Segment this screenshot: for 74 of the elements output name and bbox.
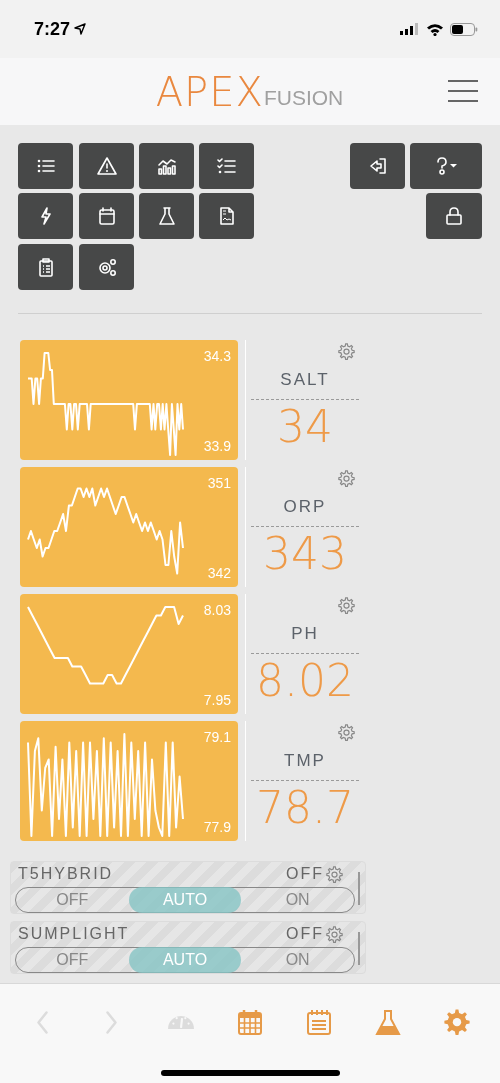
gear-icon[interactable]: [338, 724, 355, 741]
max-label: 8.03: [203, 601, 231, 620]
calendar-icon: [96, 206, 117, 226]
outlet-name: SUMPLIGHT: [17, 924, 130, 944]
logo-text: APEX: [155, 71, 264, 112]
gear-icon[interactable]: [338, 470, 355, 487]
toolbar-button[interactable]: [350, 143, 405, 189]
toolbar-button[interactable]: [79, 193, 134, 239]
mode-option[interactable]: ON: [241, 947, 354, 973]
mode-option[interactable]: OFF: [16, 887, 129, 913]
scroll-indicator: [358, 872, 360, 905]
mode-option[interactable]: ON: [241, 887, 354, 913]
gears-icon: [96, 257, 117, 277]
outlet-name: T5HYBRID: [17, 864, 114, 884]
chart-icon: [156, 156, 177, 176]
sign-in-icon: [367, 156, 388, 176]
question-icon: [434, 156, 458, 176]
sparkline-card[interactable]: 79.1 77.9: [20, 721, 238, 841]
forward-icon: [106, 1010, 118, 1034]
gear-icon[interactable]: [326, 925, 343, 943]
toolbar-button[interactable]: [79, 143, 134, 189]
toolbar-button[interactable]: [410, 143, 482, 189]
outlet-state: OFF: [286, 864, 324, 884]
wifi-icon: [426, 22, 444, 36]
gauge-icon: [167, 1015, 194, 1029]
toolbar-button[interactable]: [18, 193, 73, 239]
probe-name: ORP: [283, 496, 327, 518]
toolbar-button[interactable]: [79, 244, 134, 290]
toolbar-button[interactable]: [18, 143, 73, 189]
mode-option[interactable]: AUTO: [128, 947, 242, 973]
max-label: 79.1: [203, 728, 231, 747]
scroll-indicator: [358, 932, 360, 965]
back-icon: [37, 1010, 49, 1034]
gear-icon[interactable]: [338, 343, 355, 360]
lock-icon: [444, 206, 464, 226]
flask-icon: [156, 206, 177, 226]
toolbar-button[interactable]: [426, 193, 482, 239]
min-label: 342: [207, 564, 231, 583]
checklist-icon: [216, 156, 237, 176]
gear-icon[interactable]: [338, 597, 355, 614]
signal-icon: [400, 23, 420, 35]
toolbar-button[interactable]: [139, 143, 194, 189]
sparkline-card[interactable]: 34.3 33.9: [20, 340, 238, 460]
sparkline-card[interactable]: 8.03 7.95: [20, 594, 238, 714]
probe-name: SALT: [280, 369, 330, 391]
outlet-state: OFF: [286, 924, 324, 944]
mode-option[interactable]: AUTO: [128, 887, 242, 913]
sparkline-card[interactable]: 351 342: [20, 467, 238, 587]
calendar-icon: [237, 1008, 263, 1036]
flask-icon: [375, 1008, 402, 1036]
probe-name: TMP: [284, 750, 326, 772]
max-label: 34.3: [203, 347, 231, 366]
probe-name: PH: [291, 623, 319, 645]
max-label: 351: [207, 474, 231, 493]
toolbar-button[interactable]: [199, 193, 254, 239]
probe-value: 34: [277, 399, 333, 454]
min-label: 7.95: [203, 691, 231, 710]
toolbar-button[interactable]: [18, 244, 73, 290]
min-label: 33.9: [203, 437, 231, 456]
status-time: 7:27: [34, 17, 71, 41]
gear-icon[interactable]: [326, 865, 343, 883]
min-label: 77.9: [203, 818, 231, 837]
menu-icon: [448, 79, 478, 103]
toolbar-button[interactable]: [139, 193, 194, 239]
notepad-icon: [306, 1008, 333, 1036]
warning-icon: [96, 156, 117, 176]
probe-value: 343: [263, 526, 347, 581]
toolbar-button[interactable]: [199, 143, 254, 189]
logo-subtext: FUSION: [263, 85, 344, 110]
mode-option[interactable]: OFF: [16, 947, 129, 973]
battery-icon: [450, 22, 478, 36]
location-icon: [74, 23, 87, 35]
probe-value: 8.02: [256, 653, 354, 708]
probe-value: 78.7: [256, 780, 354, 835]
